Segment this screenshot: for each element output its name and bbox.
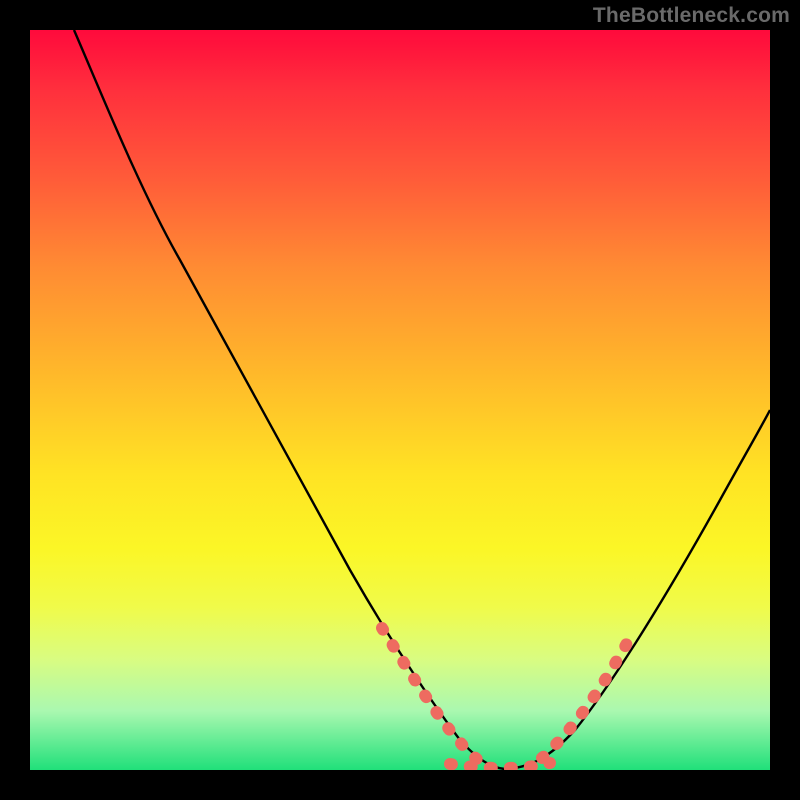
curve-left: [74, 30, 505, 769]
highlight-right: [542, 638, 630, 758]
chart-frame: TheBottleneck.com: [0, 0, 800, 800]
curve-right: [505, 410, 770, 769]
plot-area: [30, 30, 770, 770]
highlight-left: [382, 628, 478, 760]
watermark-text: TheBottleneck.com: [593, 4, 790, 28]
curve-layer: [30, 30, 770, 770]
